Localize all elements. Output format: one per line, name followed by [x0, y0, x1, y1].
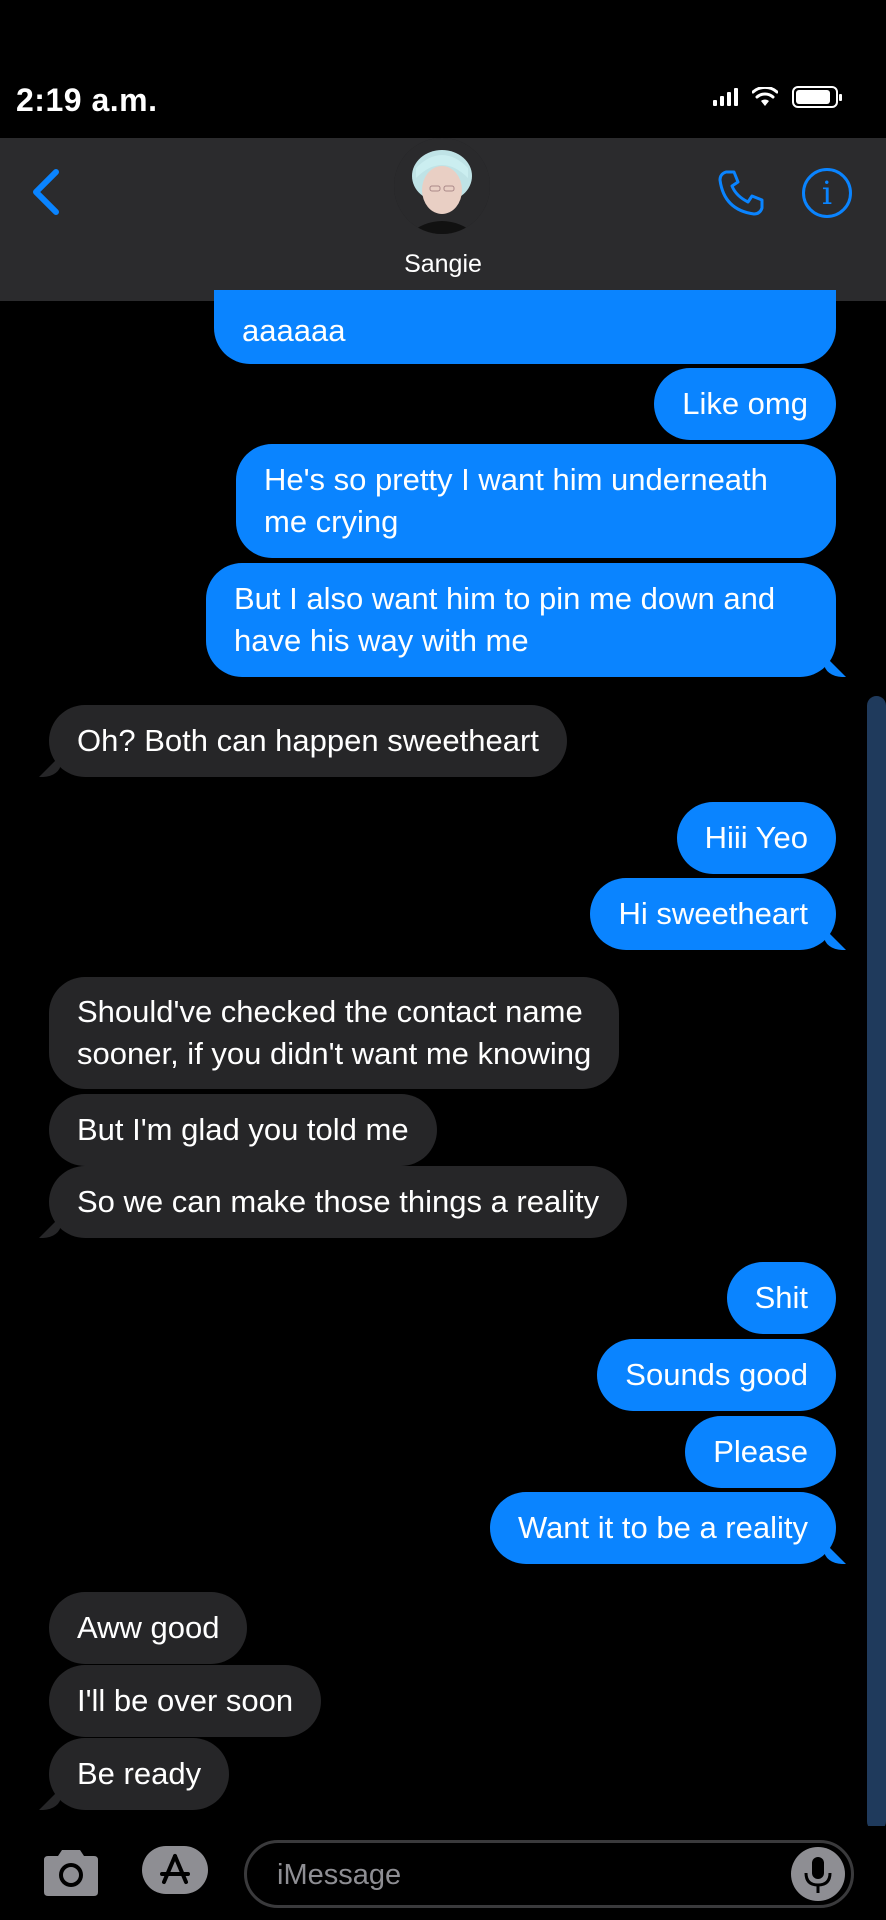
phone-call-icon[interactable] — [714, 166, 768, 220]
message-text: So we can make those things a reality — [77, 1184, 600, 1219]
message-bubble-received[interactable]: But I'm glad you told me — [49, 1094, 437, 1166]
cellular-signal-icon — [713, 88, 738, 106]
message-text: sooner, if you didn't want me knowing — [77, 1036, 592, 1071]
message-text: Aww good — [77, 1610, 220, 1645]
message-bubble-sent[interactable]: Sounds good — [597, 1339, 836, 1411]
message-bubble-received[interactable]: Aww good — [49, 1592, 248, 1664]
battery-icon — [792, 86, 842, 108]
app-store-icon[interactable] — [142, 1846, 208, 1894]
message-text: He's so pretty I want him underneath — [264, 462, 768, 497]
message-text: I'll be over soon — [77, 1683, 294, 1718]
message-text: Oh? Both can happen sweetheart — [77, 723, 539, 758]
message-bubble-sent[interactable]: aaaaaa — [214, 290, 836, 364]
message-text: Please — [713, 1434, 808, 1469]
message-text: Sounds good — [625, 1357, 808, 1392]
message-bubble-sent[interactable]: Hiii Yeo — [676, 802, 836, 874]
scrollbar[interactable] — [867, 696, 886, 1831]
message-bubble-sent[interactable]: Want it to be a reality — [489, 1492, 836, 1564]
message-text: me crying — [264, 504, 399, 539]
back-chevron-icon[interactable] — [26, 162, 66, 222]
message-text: Shit — [754, 1280, 808, 1315]
status-time: 2:19 a.m. — [16, 82, 158, 118]
message-bubble-received[interactable]: I'll be over soon — [49, 1665, 322, 1737]
microphone-glyph-icon — [804, 1857, 832, 1893]
message-text: Hiii Yeo — [704, 820, 808, 855]
message-text: have his way with me — [234, 623, 529, 658]
wifi-icon — [752, 87, 778, 106]
message-bubble-received[interactable]: So we can make those things a reality — [49, 1166, 628, 1238]
message-text: But I also want him to pin me down and — [234, 581, 776, 616]
message-bubble-sent[interactable]: Shit — [726, 1262, 836, 1334]
message-input[interactable] — [275, 1853, 759, 1897]
message-bubble-received[interactable]: Be ready — [49, 1738, 230, 1810]
status-bar: 2:19 a.m. — [0, 0, 886, 138]
message-input-container — [244, 1840, 854, 1908]
message-bubble-sent[interactable]: Hi sweetheart — [590, 878, 836, 950]
avatar-portrait-icon — [394, 138, 490, 234]
message-text: Should've checked the contact name — [77, 994, 583, 1029]
message-text: Like omg — [682, 386, 808, 421]
message-text: Be ready — [77, 1756, 202, 1791]
message-bubble-sent[interactable]: But I also want him to pin me down and h… — [206, 563, 836, 677]
message-text: Hi sweetheart — [618, 896, 808, 931]
message-bubble-received[interactable]: Should've checked the contact name soone… — [49, 977, 620, 1089]
message-text: But I'm glad you told me — [77, 1112, 409, 1147]
contact-name[interactable]: Sangie — [0, 250, 886, 279]
message-bubble-sent[interactable]: He's so pretty I want him underneath me … — [236, 444, 836, 558]
message-text: aaaaaa — [242, 313, 346, 348]
message-bubble-received[interactable]: Oh? Both can happen sweetheart — [49, 705, 567, 777]
microphone-icon[interactable] — [791, 1847, 845, 1901]
message-text: Want it to be a reality — [517, 1510, 808, 1545]
status-icons — [713, 86, 842, 108]
app-store-glyph-icon — [160, 1854, 190, 1884]
conversation-header: Sangie i — [0, 138, 886, 301]
contact-avatar[interactable] — [394, 138, 490, 234]
compose-bar — [0, 1826, 886, 1920]
message-bubble-sent[interactable]: Please — [685, 1416, 836, 1488]
message-bubble-sent[interactable]: Like omg — [654, 368, 836, 440]
info-icon[interactable]: i — [802, 168, 852, 218]
camera-icon[interactable] — [40, 1846, 102, 1900]
